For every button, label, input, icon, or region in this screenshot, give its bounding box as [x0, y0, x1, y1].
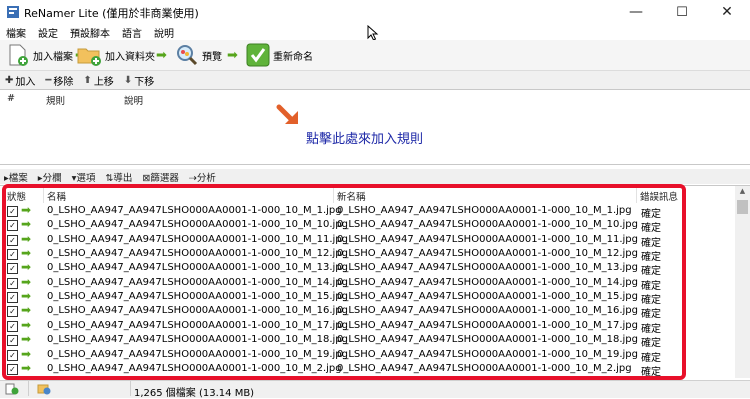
scrollbar-thumb[interactable]: [737, 200, 748, 214]
close-button[interactable]: ✕: [704, 0, 750, 24]
filters-menu-button[interactable]: ⊠篩選器: [142, 170, 178, 184]
title-bar: ReNamer Lite (僅用於非商業使用) — ☐ ✕: [0, 0, 750, 24]
add-files-button[interactable]: 加入檔案: [6, 40, 73, 70]
arrow-down-right-icon: [276, 104, 298, 124]
add-folders-label: 加入資料夾: [105, 51, 155, 63]
flow-arrow-icon: ➡: [227, 48, 238, 63]
add-rule-hint[interactable]: 點擊此處來加入規則: [306, 128, 423, 147]
menu-file[interactable]: 檔案: [0, 25, 32, 40]
export-menu-label: 導出: [113, 172, 133, 184]
menu-help[interactable]: 說明: [148, 25, 180, 40]
plus-icon: ✚: [5, 74, 14, 86]
arrow-up-icon: ⬆: [83, 74, 92, 86]
app-icon: [7, 6, 19, 18]
scroll-up-icon[interactable]: ▲: [735, 187, 750, 199]
add-file-icon: [9, 44, 28, 66]
files-toolbar: ▸檔案 ▸分欄 ▾選項 ⇅導出 ⊠篩選器 ⇢分析: [0, 169, 750, 184]
files-menu-button[interactable]: ▸檔案: [4, 170, 28, 184]
remove-rule-label: 移除: [53, 76, 74, 88]
status-divider: [28, 381, 29, 396]
preview-button[interactable]: 預覽: [175, 40, 222, 70]
preview-label: 預覽: [202, 51, 222, 63]
options-menu-label: 選項: [76, 172, 96, 184]
options-menu-button[interactable]: ▾選項: [72, 170, 96, 184]
filters-menu-label: 篩選器: [150, 172, 179, 184]
arrow-down-icon: ⬇: [123, 74, 133, 86]
folder-status-icon[interactable]: [37, 383, 51, 395]
menu-language[interactable]: 語言: [116, 25, 148, 40]
menu-presets[interactable]: 預設腳本: [64, 25, 116, 40]
analyze-menu-button[interactable]: ⇢分析: [189, 170, 216, 184]
rules-toolbar: ✚ 加入 ━ 移除 ⬆ 上移 ⬇ 下移: [0, 70, 750, 89]
window-title: ReNamer Lite (僅用於非商業使用): [24, 7, 199, 20]
analyze-icon: ⇢: [188, 172, 197, 184]
highlight-box: [2, 184, 686, 380]
minimize-button[interactable]: —: [613, 0, 659, 24]
menu-settings[interactable]: 設定: [32, 25, 64, 40]
move-down-label: 下移: [134, 76, 155, 88]
add-file-status-icon[interactable]: [5, 383, 19, 395]
columns-menu-label: 分欄: [42, 172, 62, 184]
magnifier-icon: [177, 45, 198, 66]
move-up-button[interactable]: ⬆ 上移: [83, 73, 113, 88]
rules-panel[interactable]: # 規則 說明 點擊此處來加入規則: [0, 89, 750, 165]
checkmark-icon: [246, 43, 270, 67]
status-bar: 1,265 個檔案 (13.14 MB): [0, 380, 750, 399]
rules-col-number[interactable]: #: [7, 93, 15, 104]
rules-col-description[interactable]: 說明: [124, 93, 143, 107]
add-files-label: 加入檔案: [33, 51, 73, 63]
move-up-label: 上移: [93, 76, 114, 88]
analyze-menu-label: 分析: [196, 172, 216, 184]
add-rule-label: 加入: [15, 76, 36, 88]
files-menu-label: 檔案: [8, 172, 28, 184]
export-menu-button[interactable]: ⇅導出: [105, 170, 132, 184]
vertical-scrollbar[interactable]: [735, 186, 750, 378]
columns-menu-button[interactable]: ▸分欄: [38, 170, 62, 184]
add-rule-button[interactable]: ✚ 加入: [5, 73, 35, 88]
menu-bar: 檔案 設定 預設腳本 語言 說明: [0, 24, 750, 40]
move-down-button[interactable]: ⬇ 下移: [124, 73, 154, 88]
add-folders-button[interactable]: 加入資料夾: [77, 40, 155, 70]
remove-rule-button[interactable]: ━ 移除: [45, 73, 73, 88]
rules-col-rule[interactable]: 規則: [46, 93, 65, 107]
add-folder-icon: [77, 48, 101, 66]
rename-button[interactable]: 重新命名: [246, 40, 313, 70]
status-divider: [130, 381, 131, 396]
flow-arrow-icon: ➡: [156, 48, 167, 63]
maximize-button[interactable]: ☐: [659, 0, 705, 24]
minus-icon: ━: [45, 74, 52, 86]
rename-label: 重新命名: [273, 51, 313, 63]
main-toolbar: 加入檔案 ➡ 加入資料夾 ➡ 預覽 ➡ 重新命名: [0, 40, 750, 70]
